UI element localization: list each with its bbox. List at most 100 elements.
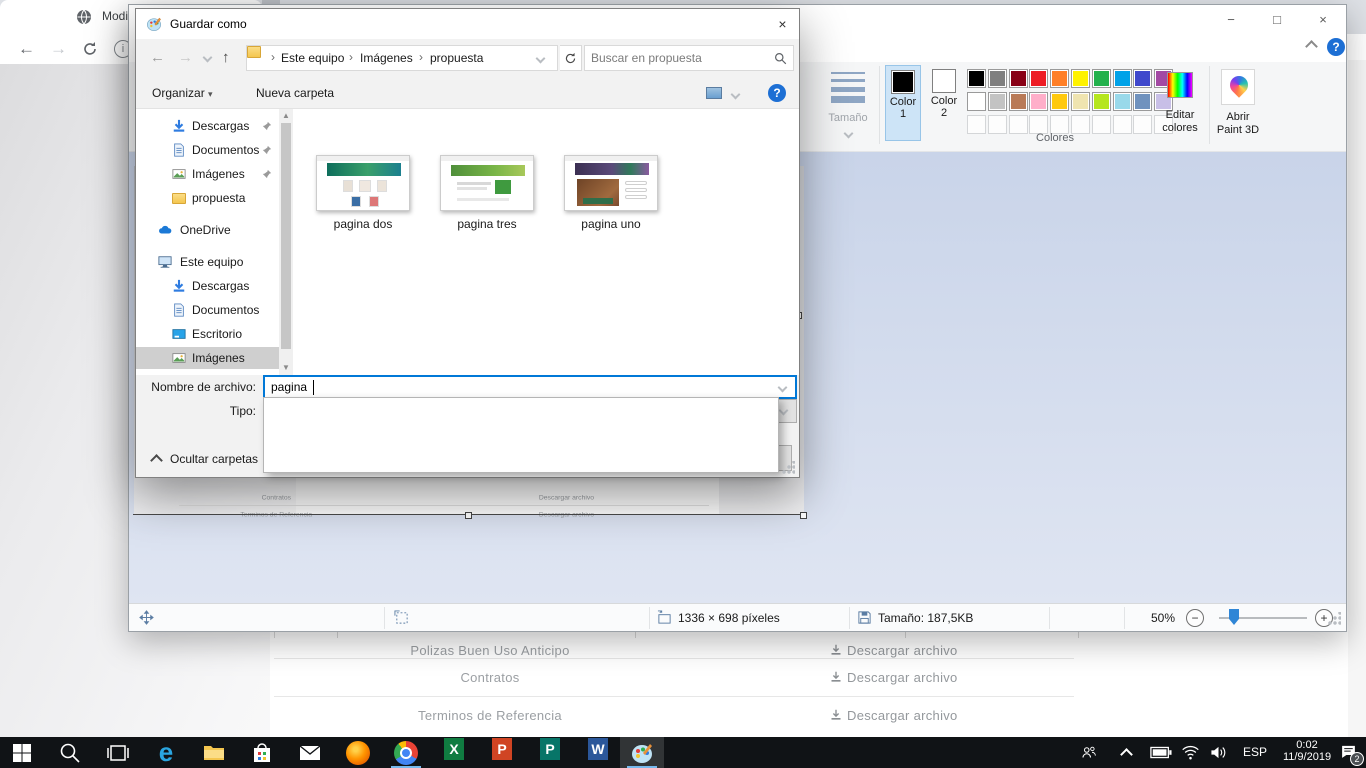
dialog-help-icon[interactable]: ? [768,84,786,102]
nav-forward-icon[interactable]: → [178,49,193,66]
download-link[interactable]: Descargar archivo [830,643,1080,658]
palette-swatch[interactable] [1113,92,1132,111]
file-pagina-dos[interactable]: pagina dos [308,155,418,231]
search-box[interactable] [584,45,794,71]
volume-icon[interactable] [1210,745,1227,760]
firefox-button[interactable] [336,737,380,768]
palette-swatch[interactable] [988,92,1007,111]
taskbar-search-button[interactable] [48,737,92,768]
palette-swatch[interactable] [1113,69,1132,88]
sidebar-item-imagenes-pc[interactable]: Imágenes [136,347,279,369]
palette-swatch[interactable] [1092,69,1111,88]
dialog-resize-grip[interactable] [781,461,795,475]
palette-swatch[interactable] [1009,92,1028,111]
palette-swatch[interactable] [1029,69,1048,88]
close-button[interactable]: × [1300,5,1346,34]
publisher-button[interactable]: P [528,737,572,768]
browser-scrollbar[interactable]: ▲ [1348,60,1366,737]
nav-history-chevron-icon[interactable] [203,53,213,63]
battery-icon[interactable] [1150,746,1172,759]
resize-grip-icon[interactable] [1327,612,1341,626]
edge-button[interactable]: e [144,737,188,768]
breadcrumb[interactable]: › Este equipo › Imágenes › propuesta [246,45,558,71]
collapse-ribbon-icon[interactable] [1307,42,1319,50]
file-pagina-tres[interactable]: pagina tres [432,155,542,231]
file-pagina-uno[interactable]: pagina uno [556,155,666,231]
new-folder-button[interactable]: Nueva carpeta [256,86,334,100]
organize-button[interactable]: Organizar ▾ [152,86,213,100]
nav-up-icon[interactable]: ↑ [222,49,230,66]
store-button[interactable] [240,737,284,768]
browser-back-icon[interactable]: ← [18,39,35,59]
search-input[interactable] [591,49,769,67]
palette-swatch[interactable] [1071,92,1090,111]
tray-expand-icon[interactable] [1122,750,1131,759]
dialog-close-button[interactable]: × [766,9,799,39]
sidebar-item-documentos[interactable]: Documentos [136,139,279,161]
palette-swatch[interactable] [1009,69,1028,88]
minimize-button[interactable]: − [1208,5,1254,34]
zoom-slider-thumb[interactable] [1229,609,1239,625]
browser-forward-icon[interactable]: → [50,39,67,59]
paint-help-icon[interactable]: ? [1327,38,1345,56]
hide-folders-button[interactable]: Ocultar carpetas [148,450,308,470]
excel-button[interactable]: X [432,737,476,768]
palette-swatch[interactable] [1092,92,1111,111]
refresh-button[interactable] [560,45,582,71]
sidebar-item-descargas-pc[interactable]: Descargas [136,275,279,297]
clock[interactable]: 0:02 11/9/2019 [1276,739,1338,763]
file-explorer-button[interactable] [192,737,236,768]
wifi-icon[interactable] [1182,745,1199,760]
selection-handle[interactable] [465,512,472,519]
scroll-down-icon[interactable]: ▼ [282,363,290,372]
color1-button[interactable]: Color 1 [885,65,921,141]
edit-colors-button[interactable]: Editar colores [1155,65,1205,145]
maximize-button[interactable]: □ [1254,5,1300,34]
color2-button[interactable]: Color 2 [926,65,962,141]
browser-reload-icon[interactable] [82,41,98,57]
language-indicator[interactable]: ESP [1243,745,1267,759]
scroll-up-icon[interactable]: ▲ [282,111,290,120]
open-paint3d-button[interactable]: Abrir Paint 3D [1215,67,1261,143]
palette-swatch[interactable] [1050,69,1069,88]
sidebar-item-documentos-pc[interactable]: Documentos [136,299,279,321]
word-button[interactable]: W [576,737,620,768]
paint-button[interactable] [620,737,664,768]
filename-dropdown-icon[interactable] [778,383,788,393]
palette-swatch[interactable] [988,69,1007,88]
download-link[interactable]: Descargar archivo [830,670,1080,685]
sidebar-item-propuesta[interactable]: propuesta [136,187,279,209]
chrome-button[interactable] [384,737,428,768]
palette-swatch[interactable] [967,69,986,88]
breadcrumb-item[interactable]: propuesta [430,51,483,65]
sidebar-item-este-equipo[interactable]: Este equipo [136,251,279,273]
palette-swatch[interactable] [1029,92,1048,111]
powerpoint-button[interactable]: P [480,737,524,768]
breadcrumb-item[interactable]: Este equipo [281,51,344,65]
selection-handle[interactable] [800,512,807,519]
filename-autocomplete-dropdown[interactable] [263,397,779,473]
size-button[interactable]: Tamaño [819,66,877,146]
download-link[interactable]: Descargar archivo [830,708,1080,723]
sidebar-item-descargas[interactable]: Descargas [136,115,279,137]
nav-back-icon[interactable]: ← [150,49,165,66]
palette-swatch[interactable] [1133,69,1152,88]
sidebar-item-onedrive[interactable]: OneDrive [136,219,279,241]
dialog-titlebar[interactable]: Guardar como × [136,9,799,39]
view-mode-icon[interactable] [706,87,722,99]
mail-button[interactable] [288,737,332,768]
view-mode-chevron-icon[interactable] [731,90,741,100]
sidebar-item-imagenes[interactable]: Imágenes [136,163,279,185]
palette-swatch[interactable] [1133,92,1152,111]
sidebar-scroll-thumb[interactable] [281,123,291,349]
filename-input[interactable]: pagina [263,375,797,399]
sidebar-item-escritorio[interactable]: Escritorio [136,323,279,345]
breadcrumb-item[interactable]: Imágenes [360,51,413,65]
zoom-out-button[interactable]: − [1186,609,1204,627]
palette-swatch[interactable] [1071,69,1090,88]
action-center-icon[interactable]: 2 [1340,743,1360,763]
start-button[interactable] [0,737,44,768]
palette-swatch[interactable] [1050,92,1069,111]
people-icon[interactable] [1080,744,1098,762]
palette-swatch[interactable] [967,92,986,111]
